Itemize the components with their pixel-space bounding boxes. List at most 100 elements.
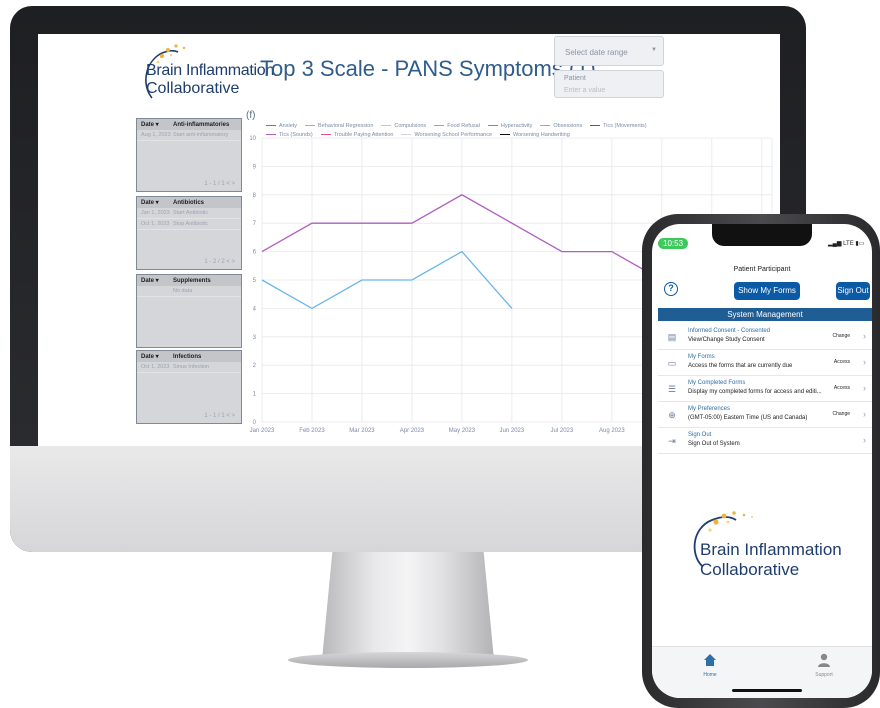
legend-label: Hyperactivity [500,123,533,129]
menu-item-title: Informed Consent - Consented [688,328,771,334]
date-range-placeholder: Select date range [565,48,628,57]
x-tick-label: Jul 2023 [551,428,574,434]
menu-item[interactable]: ⊕ My Preferences (GMT-05:00) Eastern Time … [658,402,872,428]
date-column-header[interactable]: Date ▾ [137,277,173,284]
legend-swatch [590,124,601,127]
tab-home[interactable]: Home [690,653,730,678]
table-row[interactable]: Oct 1, 2023 Sinus Infection [137,362,241,373]
table-row[interactable]: Aug 1, 2023 Start anti-inflammatory [137,130,241,141]
row-text: Start anti-inflammatory [173,132,229,138]
legend-item[interactable]: Behavioral Regression [305,122,373,131]
menu-item[interactable]: ⇥ Sign Out Sign Out of System › [658,428,872,454]
tab-home-label: Home [703,672,717,678]
person-icon [818,653,830,667]
legend-item[interactable]: Tics (Movements) [590,122,647,131]
show-my-forms-button[interactable]: Show My Forms [734,282,800,300]
sign-out-button[interactable]: Sign Out [836,282,870,300]
legend-label: Food Refusal [447,123,480,129]
legend-item[interactable]: Compulsions [381,122,426,131]
table-pager[interactable]: 1 - 1 / 1 < > [204,181,235,187]
legend-swatch [540,124,551,127]
help-icon[interactable]: ? [664,282,678,296]
y-tick-label: 3 [253,335,257,341]
bottom-tab-bar: Home Support [652,646,872,698]
legend-item[interactable]: Obsessions [540,122,582,131]
table-pager[interactable]: 1 - 2 / 2 < > [204,259,235,265]
logo-text-line2: Collaborative [700,560,800,579]
logo-text-line2: Collaborative [146,80,240,97]
x-tick-label: May 2023 [449,428,476,434]
legend-label: Compulsions [394,123,427,129]
home-indicator [732,689,802,692]
tab-support[interactable]: Support [804,653,844,678]
table-row[interactable]: Jan 1, 2023 Start Antibiotic [137,208,241,219]
menu-item[interactable]: ☰ My Completed Forms Display my completed … [658,376,872,402]
legend-swatch [434,124,445,127]
y-tick-label: 5 [253,278,257,284]
date-column-header[interactable]: Date ▾ [137,199,173,206]
legend-swatch [487,124,498,127]
sign-out-icon: ⇥ [668,436,676,446]
list-icon: ☰ [667,384,677,394]
date-column-header[interactable]: Date ▾ [137,121,173,128]
chevron-right-icon: › [863,435,866,445]
signal-icon: ▂▄▆ [828,241,844,247]
patient-label: Patient [564,75,586,82]
date-column-header[interactable]: Date ▾ [137,353,173,360]
menu-item-subtitle: (GMT-05:00) Eastern Time (US and Canada) [688,415,808,421]
monitor-stand [322,552,494,660]
menu-item[interactable]: ▤ Informed Consent - Consented View/Change… [658,324,872,350]
y-tick-label: 7 [253,221,257,227]
status-signal: ▂▄▆ LTE ▮▭ [828,240,864,247]
logo-text-line1: Brain Inflammation [700,540,842,559]
table-row[interactable]: Oct 1, 2023 Stop Antibiotic [137,219,241,230]
legend-swatch [381,124,392,127]
x-tick-label: Jan 2023 [250,428,275,434]
no-data-text: No data [173,288,193,294]
row-date: Aug 1, 2023 [141,132,171,138]
row-text: Start Antibiotic [173,210,209,216]
menu-item-subtitle: View/Change Study Consent [688,337,765,343]
tab-support-label: Support [815,672,833,678]
menu-item-subtitle: Sign Out of System [688,441,740,447]
logo-text-line1: Brain Inflammation [146,62,274,79]
page-title: Top 3 Scale - PANS Symptoms (1) [260,56,596,81]
chevron-right-icon: › [863,331,866,341]
menu-item-action: Change [832,333,850,339]
legend-item[interactable]: Hyperactivity [487,122,533,131]
table-pager[interactable]: 1 - 1 / 1 < > [204,413,235,419]
table-title: Infections [173,353,202,360]
legend-swatch [305,124,316,127]
status-time: 10:53 [658,238,689,249]
home-icon [704,654,716,666]
anti-inflammatories-table: Date ▾ Anti-inflammatories Aug 1, 2023 Sta… [136,118,242,192]
date-range-select[interactable]: Select date range ▼ [554,36,664,66]
chevron-right-icon: › [863,383,866,393]
menu-item-subtitle: Display my completed forms for access an… [688,389,822,395]
menu-item-title: My Completed Forms [688,380,746,386]
legend-item[interactable]: Food Refusal [434,122,480,131]
forms-icon: ▭ [667,358,677,368]
x-tick-label: Aug 2023 [599,428,625,434]
patient-input[interactable]: Patient Enter a value [554,70,664,98]
supplements-table: Date ▾ Supplements No data [136,274,242,348]
menu-item-action: Change [832,411,850,417]
phone-notch [712,224,812,246]
menu-item-action: Access [833,359,850,365]
menu-item-title: Sign Out [688,432,712,438]
menu-item-title: My Preferences [688,406,731,412]
y-tick-label: 0 [253,420,257,426]
brand-logo: Brain Inflammation Collaborative [138,42,274,99]
battery-icon: ▮▭ [855,241,865,247]
row-text: Sinus Infection [173,364,210,370]
menu-item-action: Access [833,385,850,391]
table-title: Antibiotics [173,199,204,206]
menu-item[interactable]: ▭ My Forms Access the forms that are curre… [658,350,872,376]
y-tick-label: 9 [253,164,257,170]
x-tick-label: Apr 2023 [400,428,425,434]
section-header: System Management [658,308,872,321]
legend-swatch [266,124,276,127]
row-date: Oct 1, 2023 [141,364,170,370]
network-label: LTE [843,241,854,247]
legend-item[interactable]: Anxiety [266,122,297,131]
